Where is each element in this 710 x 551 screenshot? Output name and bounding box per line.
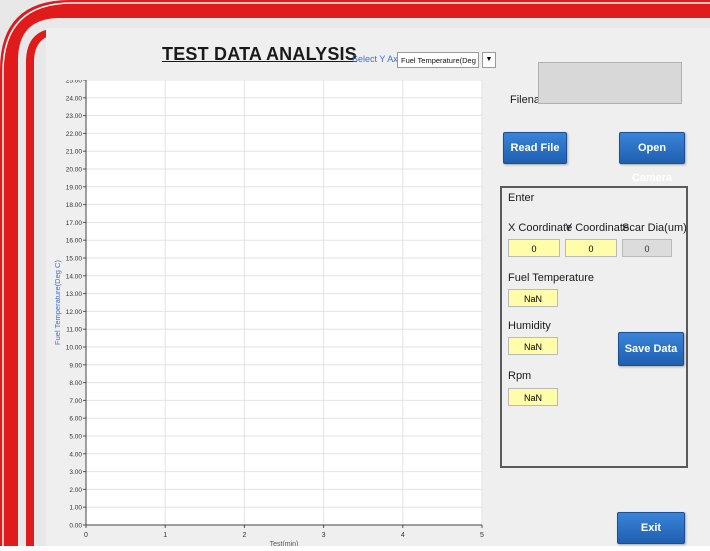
y-tick-label: 25.00 — [66, 80, 83, 85]
dropdown-arrow-icon[interactable]: ▼ — [482, 52, 496, 68]
open-camera-button[interactable]: Open Camera — [619, 132, 685, 184]
x-coordinate-label: X Coordinate — [508, 222, 573, 234]
rpm-field: NaN — [508, 388, 558, 406]
rpm-label: Rpm — [508, 370, 532, 382]
plot-background — [86, 80, 482, 525]
y-coordinate-field[interactable]: 0 — [565, 239, 617, 257]
y-tick-label: 17.00 — [66, 220, 83, 227]
y-tick-label: 6.00 — [69, 416, 82, 423]
y-tick-label: 0.00 — [69, 523, 82, 530]
humidity-field: NaN — [508, 337, 558, 355]
y-tick-label: 10.00 — [66, 345, 83, 352]
x-tick-label: 4 — [401, 532, 405, 539]
y-tick-label: 9.00 — [69, 362, 82, 369]
y-axis-label: Fuel Temperature(Deg C) — [53, 260, 62, 345]
scar-dia-field: 0 — [622, 239, 672, 257]
y-tick-label: 8.00 — [69, 380, 82, 387]
humidity-label: Humidity — [508, 320, 551, 332]
x-axis-label: Test(min) — [270, 541, 299, 546]
y-tick-label: 21.00 — [66, 149, 83, 156]
x-tick-label: 1 — [163, 532, 167, 539]
x-tick-label: 5 — [480, 532, 484, 539]
y-tick-label: 18.00 — [66, 202, 83, 209]
y-tick-label: 7.00 — [69, 398, 82, 405]
y-tick-label: 20.00 — [66, 167, 83, 174]
filename-field[interactable] — [538, 62, 682, 104]
y-tick-label: 3.00 — [69, 469, 82, 476]
exit-button[interactable]: Exit — [617, 512, 685, 544]
y-tick-label: 16.00 — [66, 238, 83, 245]
chart-svg: 0.00 1.00 2.00 3.00 4.00 5.00 6.00 7.00 8.00 9.00… — [53, 78, 484, 549]
y-tick-label: 1.00 — [69, 505, 82, 512]
x-tick-label: 0 — [84, 532, 88, 539]
y-tick-label: 13.00 — [66, 291, 83, 298]
y-coordinate-label: Y Coordinate — [565, 222, 630, 234]
x-coordinate-field[interactable]: 0 — [508, 239, 560, 257]
y-tick-label: 22.00 — [66, 131, 83, 138]
y-tick-label: 19.00 — [66, 184, 83, 191]
fuel-temperature-label: Fuel Temperature — [508, 272, 595, 284]
read-file-button[interactable]: Read File — [503, 132, 567, 164]
x-tick-label: 3 — [322, 532, 326, 539]
y-tick-label: 2.00 — [69, 487, 82, 494]
y-tick-label: 5.00 — [69, 434, 82, 441]
y-tick-label: 4.00 — [69, 451, 82, 458]
scar-dia-label: Scar Dia(um) — [622, 222, 687, 234]
y-tick-label: 11.00 — [66, 327, 82, 334]
y-tick-label: 12.00 — [66, 309, 83, 316]
enter-label: Enter — [508, 192, 535, 204]
save-data-button[interactable]: Save Data — [618, 332, 684, 366]
y-tick-label: 23.00 — [66, 113, 83, 120]
page-title: TEST DATA ANALYSIS — [162, 44, 357, 64]
y-tick-label: 14.00 — [66, 273, 83, 280]
x-tick-label: 2 — [242, 532, 246, 539]
y-axis-select[interactable]: Fuel Temperature(Deg C) — [397, 52, 479, 68]
fuel-temperature-field: NaN — [508, 289, 558, 307]
y-tick-label: 15.00 — [66, 256, 83, 263]
chart-area: 0.00 1.00 2.00 3.00 4.00 5.00 6.00 7.00 8.00 9.00… — [48, 78, 494, 549]
y-tick-label: 24.00 — [66, 95, 83, 102]
